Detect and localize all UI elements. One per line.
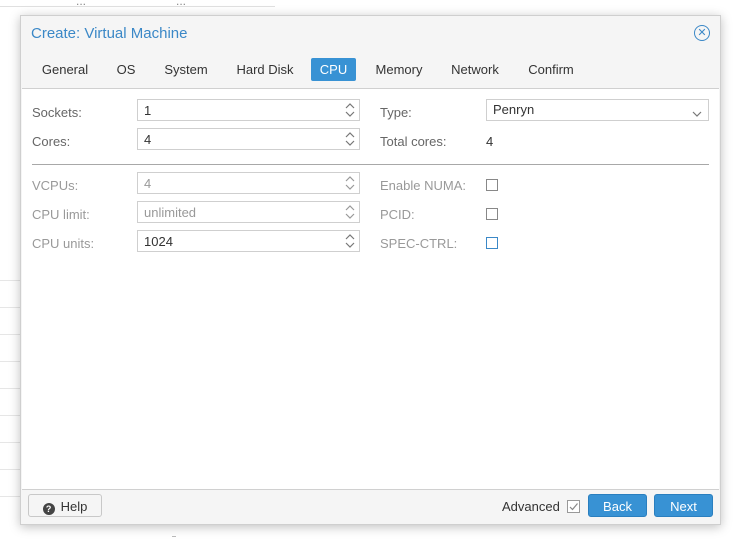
sockets-field[interactable] — [137, 99, 360, 121]
sockets-label: Sockets: — [32, 105, 82, 120]
cpu-limit-input[interactable] — [144, 202, 324, 222]
cpu-limit-spinner-icon[interactable] — [345, 204, 355, 220]
background-row-line — [0, 469, 20, 470]
background-text: ... — [176, 0, 187, 8]
background-row-line — [0, 361, 20, 362]
help-button[interactable]: ? Help — [28, 494, 102, 517]
background-row-line — [0, 442, 20, 443]
vcpus-input[interactable] — [144, 173, 324, 193]
background-text: ... — [76, 0, 87, 8]
question-icon: ? — [42, 503, 55, 515]
create-vm-dialog: Create: Virtual Machine ✕ General OS Sys… — [20, 15, 721, 525]
total-cores-value: 4 — [486, 134, 494, 149]
help-label: Help — [60, 499, 88, 514]
vcpus-field[interactable] — [137, 172, 360, 194]
dialog-title: Create: Virtual Machine — [31, 25, 188, 42]
cpu-limit-field[interactable] — [137, 201, 360, 223]
tab-general[interactable]: General — [35, 58, 95, 81]
tab-network[interactable]: Network — [444, 58, 506, 81]
background-row-line — [0, 388, 20, 389]
background-tick — [172, 536, 176, 537]
back-button[interactable]: Back — [588, 494, 647, 517]
spec-ctrl-checkbox[interactable] — [486, 237, 498, 249]
background-header-line — [0, 6, 275, 7]
section-divider — [32, 164, 709, 165]
background-row-line — [0, 280, 20, 281]
cpu-units-label: CPU units: — [32, 236, 95, 251]
cpu-type-value: Penryn — [493, 102, 535, 117]
sockets-spinner-icon[interactable] — [345, 102, 355, 118]
enable-numa-checkbox[interactable] — [486, 179, 498, 191]
background-row-line — [0, 307, 20, 308]
cores-input[interactable] — [144, 129, 324, 149]
next-button[interactable]: Next — [654, 494, 713, 517]
cpu-panel: Sockets: Type: Penryn Cores: Total cores… — [22, 88, 719, 490]
tab-hard-disk[interactable]: Hard Disk — [227, 58, 303, 81]
type-label: Type: — [380, 105, 412, 120]
cpu-units-input[interactable] — [144, 231, 324, 251]
sockets-input[interactable] — [144, 100, 324, 120]
background-row-line — [0, 496, 20, 497]
checkmark-icon — [569, 503, 578, 511]
enable-numa-label: Enable NUMA: — [380, 178, 466, 193]
tab-os[interactable]: OS — [109, 58, 143, 81]
cores-field[interactable] — [137, 128, 360, 150]
cpu-limit-label: CPU limit: — [32, 207, 90, 222]
background-row-line — [0, 415, 20, 416]
advanced-checkbox[interactable] — [567, 500, 580, 513]
advanced-label: Advanced — [502, 499, 560, 514]
cores-label: Cores: — [32, 134, 71, 149]
cpu-units-spinner-icon[interactable] — [345, 233, 355, 249]
close-icon[interactable]: ✕ — [694, 25, 710, 41]
pcid-label: PCID: — [380, 207, 415, 222]
cores-spinner-icon[interactable] — [345, 131, 355, 147]
vcpus-label: VCPUs: — [32, 178, 79, 193]
spec-ctrl-label: SPEC-CTRL: — [380, 236, 458, 251]
total-cores-label: Total cores: — [380, 134, 447, 149]
tab-system[interactable]: System — [156, 58, 216, 81]
cpu-type-select[interactable]: Penryn — [486, 99, 709, 121]
tab-cpu[interactable]: CPU — [311, 58, 356, 81]
cpu-units-field[interactable] — [137, 230, 360, 252]
tab-confirm[interactable]: Confirm — [520, 58, 582, 81]
background-row-line — [0, 334, 20, 335]
pcid-checkbox[interactable] — [486, 208, 498, 220]
chevron-down-icon[interactable] — [692, 106, 702, 121]
tab-memory[interactable]: Memory — [368, 58, 430, 81]
vcpus-spinner-icon[interactable] — [345, 175, 355, 191]
